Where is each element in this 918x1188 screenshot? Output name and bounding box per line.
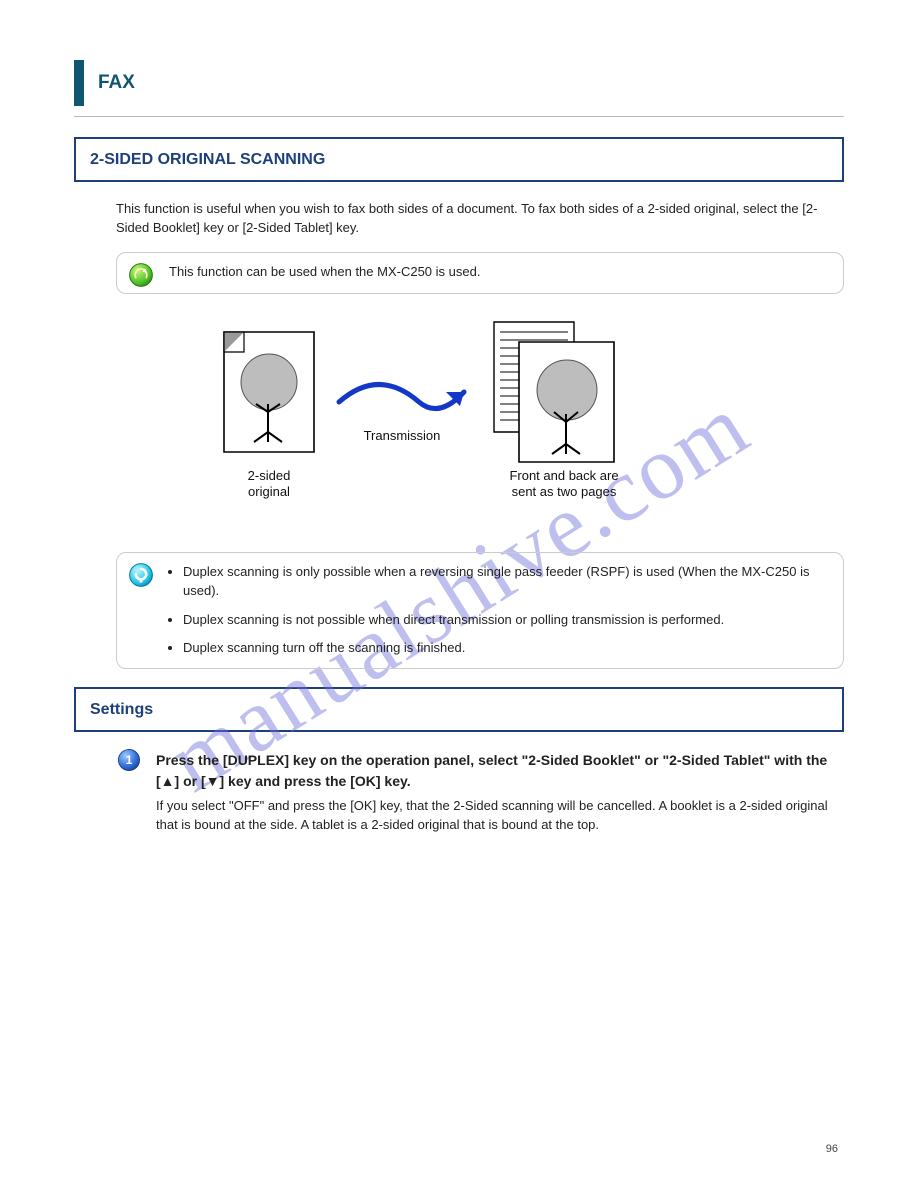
section-heading-box: 2-SIDED ORIGINAL SCANNING (74, 137, 844, 182)
tip-icon (127, 261, 155, 289)
page-header: FAX (74, 60, 844, 117)
right-caption-1: Front and back are (509, 468, 618, 483)
step-1: 1 Press the [DUPLEX] key on the operatio… (116, 750, 844, 834)
settings-heading-box: Settings (74, 687, 844, 732)
output-front-page-icon (519, 342, 614, 462)
tip-callout: This function can be used when the MX-C2… (116, 252, 844, 294)
arrow-icon (339, 384, 464, 408)
info-icon (127, 561, 155, 589)
info-bullet: Duplex scanning is only possible when a … (183, 563, 827, 601)
right-caption-2: sent as two pages (512, 484, 617, 499)
step-note: If you select "OFF" and press the [OK] k… (156, 797, 844, 835)
tip-text: This function can be used when the MX-C2… (169, 263, 827, 282)
header-title: FAX (98, 69, 135, 97)
header-accent-bar (74, 60, 84, 106)
info-bullet: Duplex scanning is not possible when dir… (183, 611, 827, 630)
intro-paragraph: This function is useful when you wish to… (74, 200, 844, 238)
original-page-icon (224, 332, 314, 452)
page-number: 96 (826, 1142, 838, 1158)
arrow-label: Transmission (364, 428, 441, 443)
left-caption-2: original (248, 484, 290, 499)
svg-text:1: 1 (126, 754, 133, 768)
left-caption-1: 2-sided (248, 468, 291, 483)
page-container: FAX 2-SIDED ORIGINAL SCANNING This funct… (0, 0, 918, 881)
info-callout: Duplex scanning is only possible when a … (116, 552, 844, 669)
transmission-diagram: 2-sided original Transmission (184, 312, 684, 542)
info-list: Duplex scanning is only possible when a … (169, 563, 827, 658)
step-title: Press the [DUPLEX] key on the operation … (156, 750, 844, 791)
info-bullet: Duplex scanning turn off the scanning is… (183, 639, 827, 658)
step-number-icon: 1 (116, 747, 142, 773)
